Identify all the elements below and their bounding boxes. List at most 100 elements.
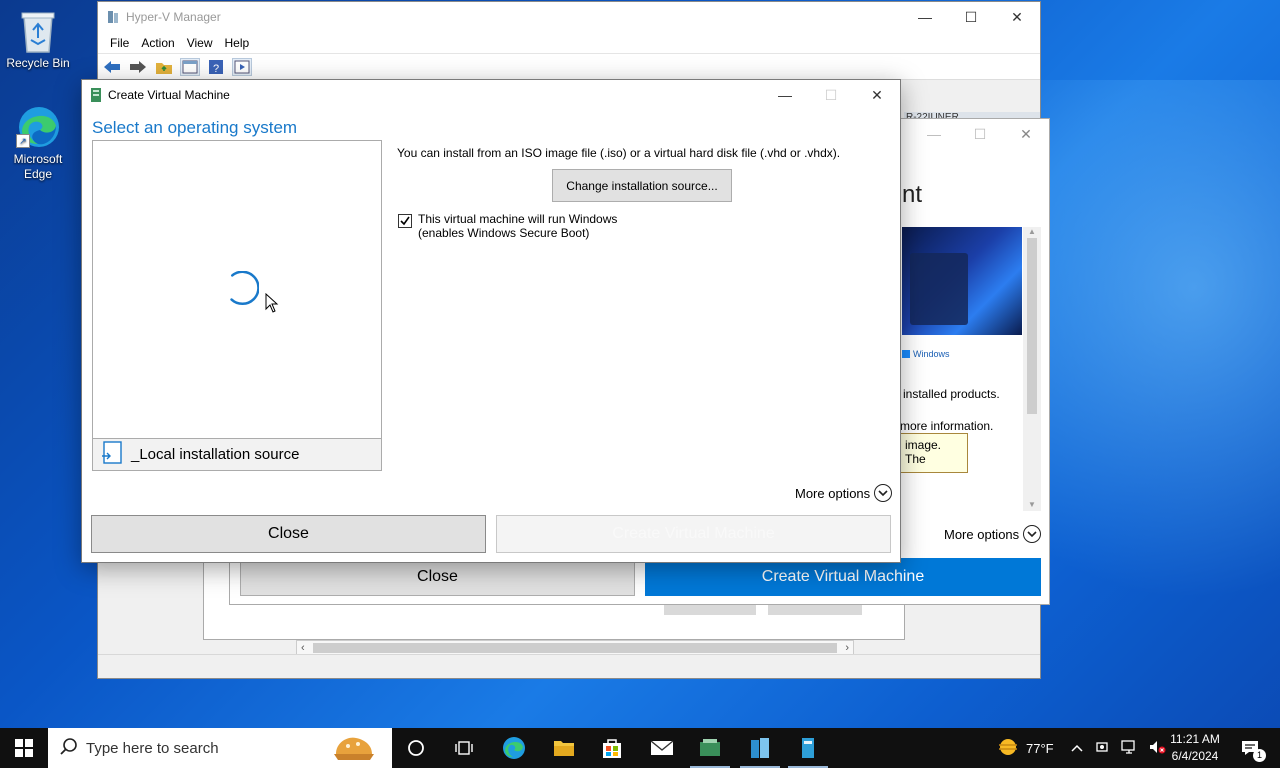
dialog-maximize-button: ☐ (824, 86, 838, 103)
windows-preview-image (902, 227, 1022, 335)
hyperv-titlebar: Hyper-V Manager — ☐ ✕ (98, 2, 1040, 32)
close-button[interactable]: Close (91, 515, 486, 553)
windows-brand: Windows (902, 349, 950, 359)
windows-brand-label: Windows (913, 349, 950, 359)
create-vm-titlebar: Create Virtual Machine — ☐ ✕ (82, 80, 900, 110)
weather-temperature: 77°F (1026, 740, 1054, 756)
checkbox-label-line1: This virtual machine will run Windows (418, 212, 618, 226)
svg-text:?: ? (213, 63, 219, 75)
dialog-heading: Select an operating system (92, 118, 298, 137)
hyperv-toolbar: ? (98, 54, 1040, 80)
bg-close-dialog-button[interactable]: Close (240, 558, 635, 596)
create-vm-dialog: Create Virtual Machine — ☐ ✕ Select an o… (81, 79, 901, 563)
bg-maximize-button[interactable]: ☐ (957, 119, 1003, 149)
more-options-label: More options (795, 485, 871, 501)
bg-vertical-scrollbar[interactable]: ▲ ▼ (1023, 227, 1041, 511)
show-hide-console-icon[interactable] (180, 57, 200, 76)
menu-view[interactable]: View (181, 36, 219, 50)
bg-close-button[interactable]: ✕ (1003, 119, 1049, 149)
network-icon[interactable] (1120, 739, 1138, 758)
dialog-close-button[interactable]: ✕ (854, 80, 900, 110)
hyperv-console-taskbar-icon[interactable] (740, 736, 780, 768)
loading-spinner-icon (223, 270, 260, 314)
dialog-title: Create Virtual Machine (108, 88, 230, 102)
edge-label: Microsoft Edge (13, 152, 63, 181)
bg-text-installed: installed products. (903, 387, 1000, 401)
hyperv-manager-taskbar-icon[interactable] (690, 736, 730, 768)
windows-checkbox-label: This virtual machine will run Windows (e… (418, 212, 617, 240)
scroll-left-icon[interactable]: ‹ (297, 642, 309, 654)
scroll-right-icon[interactable]: › (841, 642, 853, 654)
folder-up-icon[interactable] (154, 58, 174, 76)
menu-help[interactable]: Help (219, 36, 256, 50)
maximize-button[interactable]: ☐ (948, 2, 994, 32)
notification-center-icon[interactable]: 1 (1238, 736, 1266, 762)
edge-taskbar-icon[interactable] (502, 736, 526, 760)
checkbox-label-line2: (enables Windows Secure Boot) (418, 226, 590, 240)
install-description: You can install from an ISO image file (… (397, 146, 841, 160)
desktop-icon-edge[interactable]: ↗ Microsoft Edge (0, 104, 76, 182)
mail-icon[interactable] (650, 736, 674, 760)
change-installation-source-button[interactable]: Change installation source... (552, 169, 732, 202)
microsoft-store-icon[interactable] (600, 736, 624, 760)
desktop-icon-recycle-bin[interactable]: Recycle Bin (0, 8, 76, 71)
hyperv-vm-icon (90, 87, 102, 103)
search-highlight-icon (332, 734, 376, 766)
recycle-bin-label: Recycle Bin (6, 56, 70, 70)
weather-widget[interactable]: 77°F (996, 728, 1054, 768)
back-arrow-icon[interactable] (102, 58, 122, 76)
scroll-down-icon[interactable]: ▼ (1023, 500, 1041, 509)
edge-icon: ↗ (16, 104, 60, 148)
windows-start-icon[interactable] (12, 736, 36, 760)
minimize-button[interactable]: — (902, 2, 948, 32)
windows-logo-icon (902, 350, 910, 358)
help-icon[interactable]: ? (206, 58, 226, 76)
weather-sun-icon (996, 737, 1020, 760)
location-device-icon[interactable] (1094, 739, 1110, 758)
clock[interactable]: 11:21 AM 6/4/2024 (1160, 731, 1230, 765)
create-vm-button-disabled: Create Virtual Machine (496, 515, 891, 553)
cortana-icon[interactable] (404, 736, 428, 760)
hyperv-title: Hyper-V Manager (126, 10, 221, 24)
scroll-up-icon[interactable]: ▲ (1023, 227, 1041, 236)
clock-time: 11:21 AM (1170, 732, 1220, 746)
windows-secure-boot-option[interactable]: This virtual machine will run Windows (e… (398, 212, 617, 240)
taskbar-search-box[interactable]: Type here to search (48, 728, 392, 768)
show-action-pane-icon[interactable] (232, 57, 252, 76)
chevron-down-icon (1023, 525, 1042, 543)
menu-file[interactable]: File (104, 36, 135, 50)
file-explorer-icon[interactable] (552, 736, 576, 760)
vm-connect-taskbar-icon[interactable] (788, 736, 828, 768)
start-menu-preview (910, 253, 968, 325)
bg-more-options-label: More options (944, 526, 1020, 542)
local-installation-source-item[interactable]: _Local installation source (92, 438, 382, 471)
mouse-cursor-icon (265, 292, 279, 316)
close-button[interactable]: ✕ (994, 2, 1040, 32)
menu-action[interactable]: Action (135, 36, 180, 50)
bg-tooltip: image. The (900, 433, 968, 473)
hyperv-app-icon (106, 10, 120, 24)
dialog-minimize-button[interactable]: — (762, 80, 808, 110)
task-view-icon[interactable] (452, 736, 476, 760)
bg-minimize-button[interactable]: — (911, 119, 957, 149)
chevron-up-icon[interactable] (1070, 741, 1084, 756)
os-gallery-list[interactable] (92, 140, 382, 439)
bg-more-options[interactable]: More options (944, 525, 1042, 543)
recycle-bin-icon (16, 8, 60, 53)
more-options-toggle[interactable]: More options (795, 484, 893, 502)
clock-date: 6/4/2024 (1171, 749, 1219, 763)
system-tray (1070, 728, 1166, 768)
status-bar (98, 654, 1040, 678)
local-source-label: _Local installation source (131, 446, 300, 463)
scrollbar-thumb[interactable] (312, 643, 838, 653)
forward-arrow-icon[interactable] (128, 58, 148, 76)
hyperv-menubar: File Action View Help (98, 32, 1040, 54)
bg-text-more-info: more information. (900, 419, 994, 433)
bg-create-vm-button[interactable]: Create Virtual Machine (645, 558, 1041, 596)
taskbar: Type here to search 77°F 11:21 AM 6/4/20… (0, 728, 1280, 768)
windows-checkbox[interactable] (398, 214, 412, 228)
shortcut-arrow-icon: ↗ (16, 134, 30, 148)
search-placeholder: Type here to search (86, 739, 219, 757)
bg-scrollbar-thumb[interactable] (1027, 238, 1037, 414)
search-icon (60, 737, 78, 759)
